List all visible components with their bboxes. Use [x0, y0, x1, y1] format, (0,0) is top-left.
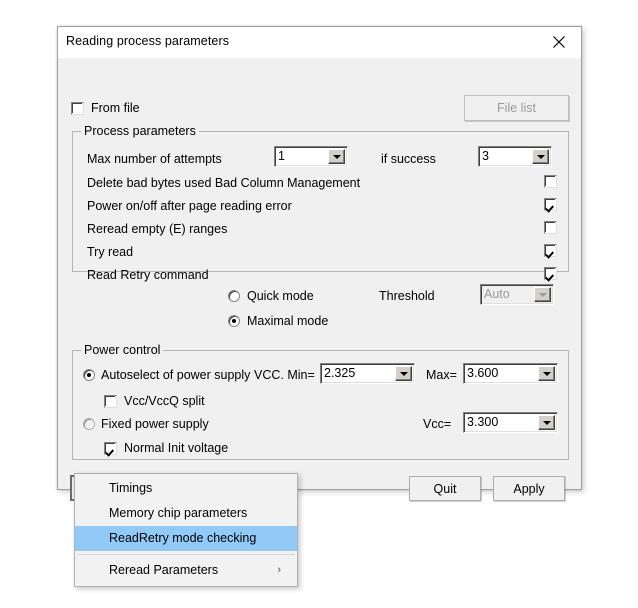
vcc-min-combobox[interactable]: 2.325 — [320, 363, 415, 384]
chevron-right-icon: › — [277, 564, 281, 576]
process-parameters-group-title: Process parameters — [81, 124, 199, 138]
max-attempts-combobox[interactable]: 1 — [274, 146, 348, 167]
from-file-label: From file — [91, 101, 140, 115]
menu-item-timings[interactable]: Timings — [75, 476, 297, 501]
vcc-value: 3.300 — [467, 415, 499, 429]
vcc-combobox[interactable]: 3.300 — [463, 412, 558, 433]
fixed-power-radio[interactable] — [83, 418, 95, 430]
vcc-min-value: 2.325 — [324, 366, 356, 380]
menu-item-reread-parameters[interactable]: Reread Parameters › — [75, 558, 297, 583]
delete-bad-bytes-label: Delete bad bytes used Bad Column Managem… — [87, 176, 361, 190]
reread-empty-checkbox[interactable] — [544, 221, 557, 234]
read-retry-command-checkbox[interactable] — [544, 267, 557, 280]
try-read-label: Try read — [87, 245, 134, 259]
vcc-min-label: VCC. Min= — [254, 368, 315, 382]
apply-button[interactable]: Apply — [493, 476, 565, 501]
title-bar: Reading process parameters — [58, 27, 581, 58]
menu-separator — [77, 554, 295, 555]
more-popup-menu: Timings Memory chip parameters ReadRetry… — [74, 473, 298, 587]
chevron-down-icon[interactable] — [532, 149, 549, 164]
vcc-vccq-split-checkbox[interactable] — [104, 395, 117, 408]
screen: Reading process parameters From file Fil… — [0, 0, 638, 608]
maximal-mode-radio[interactable] — [228, 315, 240, 327]
max-attempts-label: Max number of attempts — [87, 152, 222, 166]
menu-item-reread-parameters-label: Reread Parameters — [109, 563, 219, 577]
if-success-combobox[interactable]: 3 — [478, 146, 552, 167]
from-file-checkbox[interactable] — [71, 102, 84, 115]
normal-init-voltage-label: Normal Init voltage — [124, 441, 229, 455]
maximal-mode-label: Maximal mode — [247, 314, 329, 328]
reading-process-parameters-dialog: Reading process parameters From file Fil… — [57, 26, 582, 501]
read-retry-command-label: Read Retry command — [87, 268, 209, 282]
dialog-body: From file File list Process parameters M… — [58, 58, 581, 501]
power-onoff-label: Power on/off after page reading error — [87, 199, 292, 213]
if-success-label: if success — [381, 152, 436, 166]
close-button[interactable] — [536, 27, 581, 57]
max-value: 3.600 — [467, 366, 499, 380]
power-control-group-title: Power control — [81, 343, 164, 357]
fixed-power-label: Fixed power supply — [101, 417, 209, 431]
file-list-button[interactable]: File list — [464, 95, 569, 121]
quick-mode-radio[interactable] — [228, 290, 240, 302]
vcc-vccq-split-label: Vcc/VccQ split — [124, 394, 205, 408]
menu-item-readretry-mode-checking[interactable]: ReadRetry mode checking — [75, 526, 297, 551]
chevron-down-icon[interactable] — [538, 415, 555, 430]
chevron-down-icon[interactable] — [534, 287, 551, 302]
power-onoff-checkbox[interactable] — [544, 198, 557, 211]
if-success-value: 3 — [482, 149, 489, 163]
chevron-down-icon[interactable] — [538, 366, 555, 381]
threshold-combobox[interactable]: Auto — [480, 284, 554, 305]
chevron-down-icon[interactable] — [328, 149, 345, 164]
menu-item-memory-chip-parameters[interactable]: Memory chip parameters — [75, 501, 297, 526]
try-read-checkbox[interactable] — [544, 244, 557, 257]
autoselect-power-radio[interactable] — [83, 369, 95, 381]
quick-mode-label: Quick mode — [247, 289, 314, 303]
chevron-down-icon[interactable] — [395, 366, 412, 381]
threshold-label: Threshold — [379, 289, 435, 303]
max-combobox[interactable]: 3.600 — [463, 363, 558, 384]
window-title: Reading process parameters — [66, 34, 230, 48]
autoselect-power-label: Autoselect of power supply — [101, 368, 251, 382]
max-label: Max= — [426, 368, 457, 382]
quit-button[interactable]: Quit — [409, 476, 481, 501]
max-attempts-value: 1 — [278, 149, 285, 163]
threshold-value: Auto — [484, 287, 510, 301]
reread-empty-label: Reread empty (E) ranges — [87, 222, 228, 236]
vcc-label: Vcc= — [423, 417, 452, 431]
delete-bad-bytes-checkbox[interactable] — [544, 175, 557, 188]
normal-init-voltage-checkbox[interactable] — [104, 442, 117, 455]
close-icon — [552, 35, 566, 49]
